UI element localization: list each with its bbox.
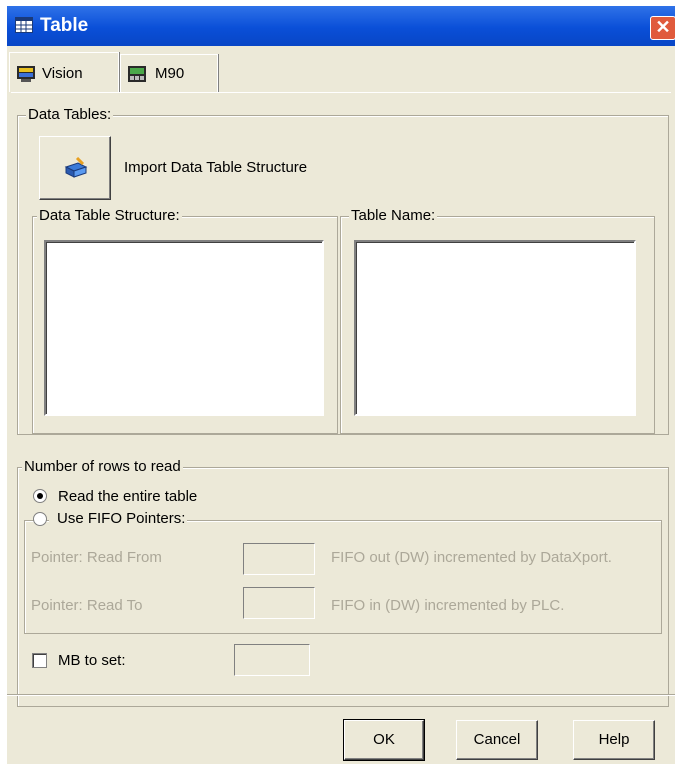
table-icon (15, 17, 33, 33)
rows-label: Number of rows to read (22, 458, 183, 475)
window-title: Table (40, 15, 89, 36)
monitor-icon (17, 66, 35, 82)
mb-checkbox[interactable] (32, 653, 47, 668)
tab-vision[interactable]: Vision (9, 52, 119, 92)
import-icon (64, 157, 88, 178)
structure-label: Data Table Structure: (37, 207, 182, 224)
table-name-group: Table Name: (340, 207, 655, 434)
data-tables-group: Data Tables: Import Data Table Structure… (17, 106, 669, 435)
close-icon: ✕ (655, 17, 671, 37)
tab-m90[interactable]: M90 (120, 54, 218, 92)
mb-input[interactable] (234, 644, 310, 676)
use-fifo-label: Use FIFO Pointers: (49, 510, 188, 527)
pointer-from-label: Pointer: Read From (31, 549, 162, 566)
cancel-button[interactable]: Cancel (456, 720, 538, 760)
help-button[interactable]: Help (573, 720, 655, 760)
use-fifo-radio[interactable] (33, 512, 47, 526)
tab-vision-label: Vision (42, 65, 83, 82)
pointer-to-label: Pointer: Read To (31, 597, 143, 614)
mb-label: MB to set: (58, 652, 126, 669)
read-entire-label: Read the entire table (58, 488, 198, 505)
read-entire-radio[interactable] (33, 489, 47, 503)
table-name-label: Table Name: (349, 207, 438, 224)
plc-icon (128, 66, 146, 82)
tab-strip: Vision M90 (7, 52, 675, 92)
ok-button[interactable]: OK (343, 719, 425, 761)
import-button[interactable] (39, 136, 111, 200)
close-button[interactable]: ✕ (650, 16, 675, 40)
table-name-list[interactable] (354, 240, 636, 416)
fifo-group: Use FIFO Pointers: Pointer: Read From FI… (24, 510, 662, 634)
rows-group: Number of rows to read Read the entire t… (17, 458, 669, 707)
data-tables-label: Data Tables: (26, 106, 114, 123)
structure-list[interactable] (44, 240, 324, 416)
pointer-to-desc: FIFO in (DW) incremented by PLC. (331, 597, 565, 614)
pointer-from-desc: FIFO out (DW) incremented by DataXport. (331, 549, 612, 566)
pointer-to-input[interactable] (243, 587, 315, 619)
title-bar[interactable]: Table ✕ (7, 6, 675, 46)
table-dialog: Table ✕ Vision M90 Data Tables: Import D… (7, 6, 675, 764)
footer-separator (7, 694, 675, 696)
structure-group: Data Table Structure: (32, 207, 338, 434)
import-label: Import Data Table Structure (124, 159, 308, 176)
pointer-from-input[interactable] (243, 543, 315, 575)
tab-panel: Data Tables: Import Data Table Structure… (11, 92, 671, 707)
tab-m90-label: M90 (155, 65, 185, 82)
